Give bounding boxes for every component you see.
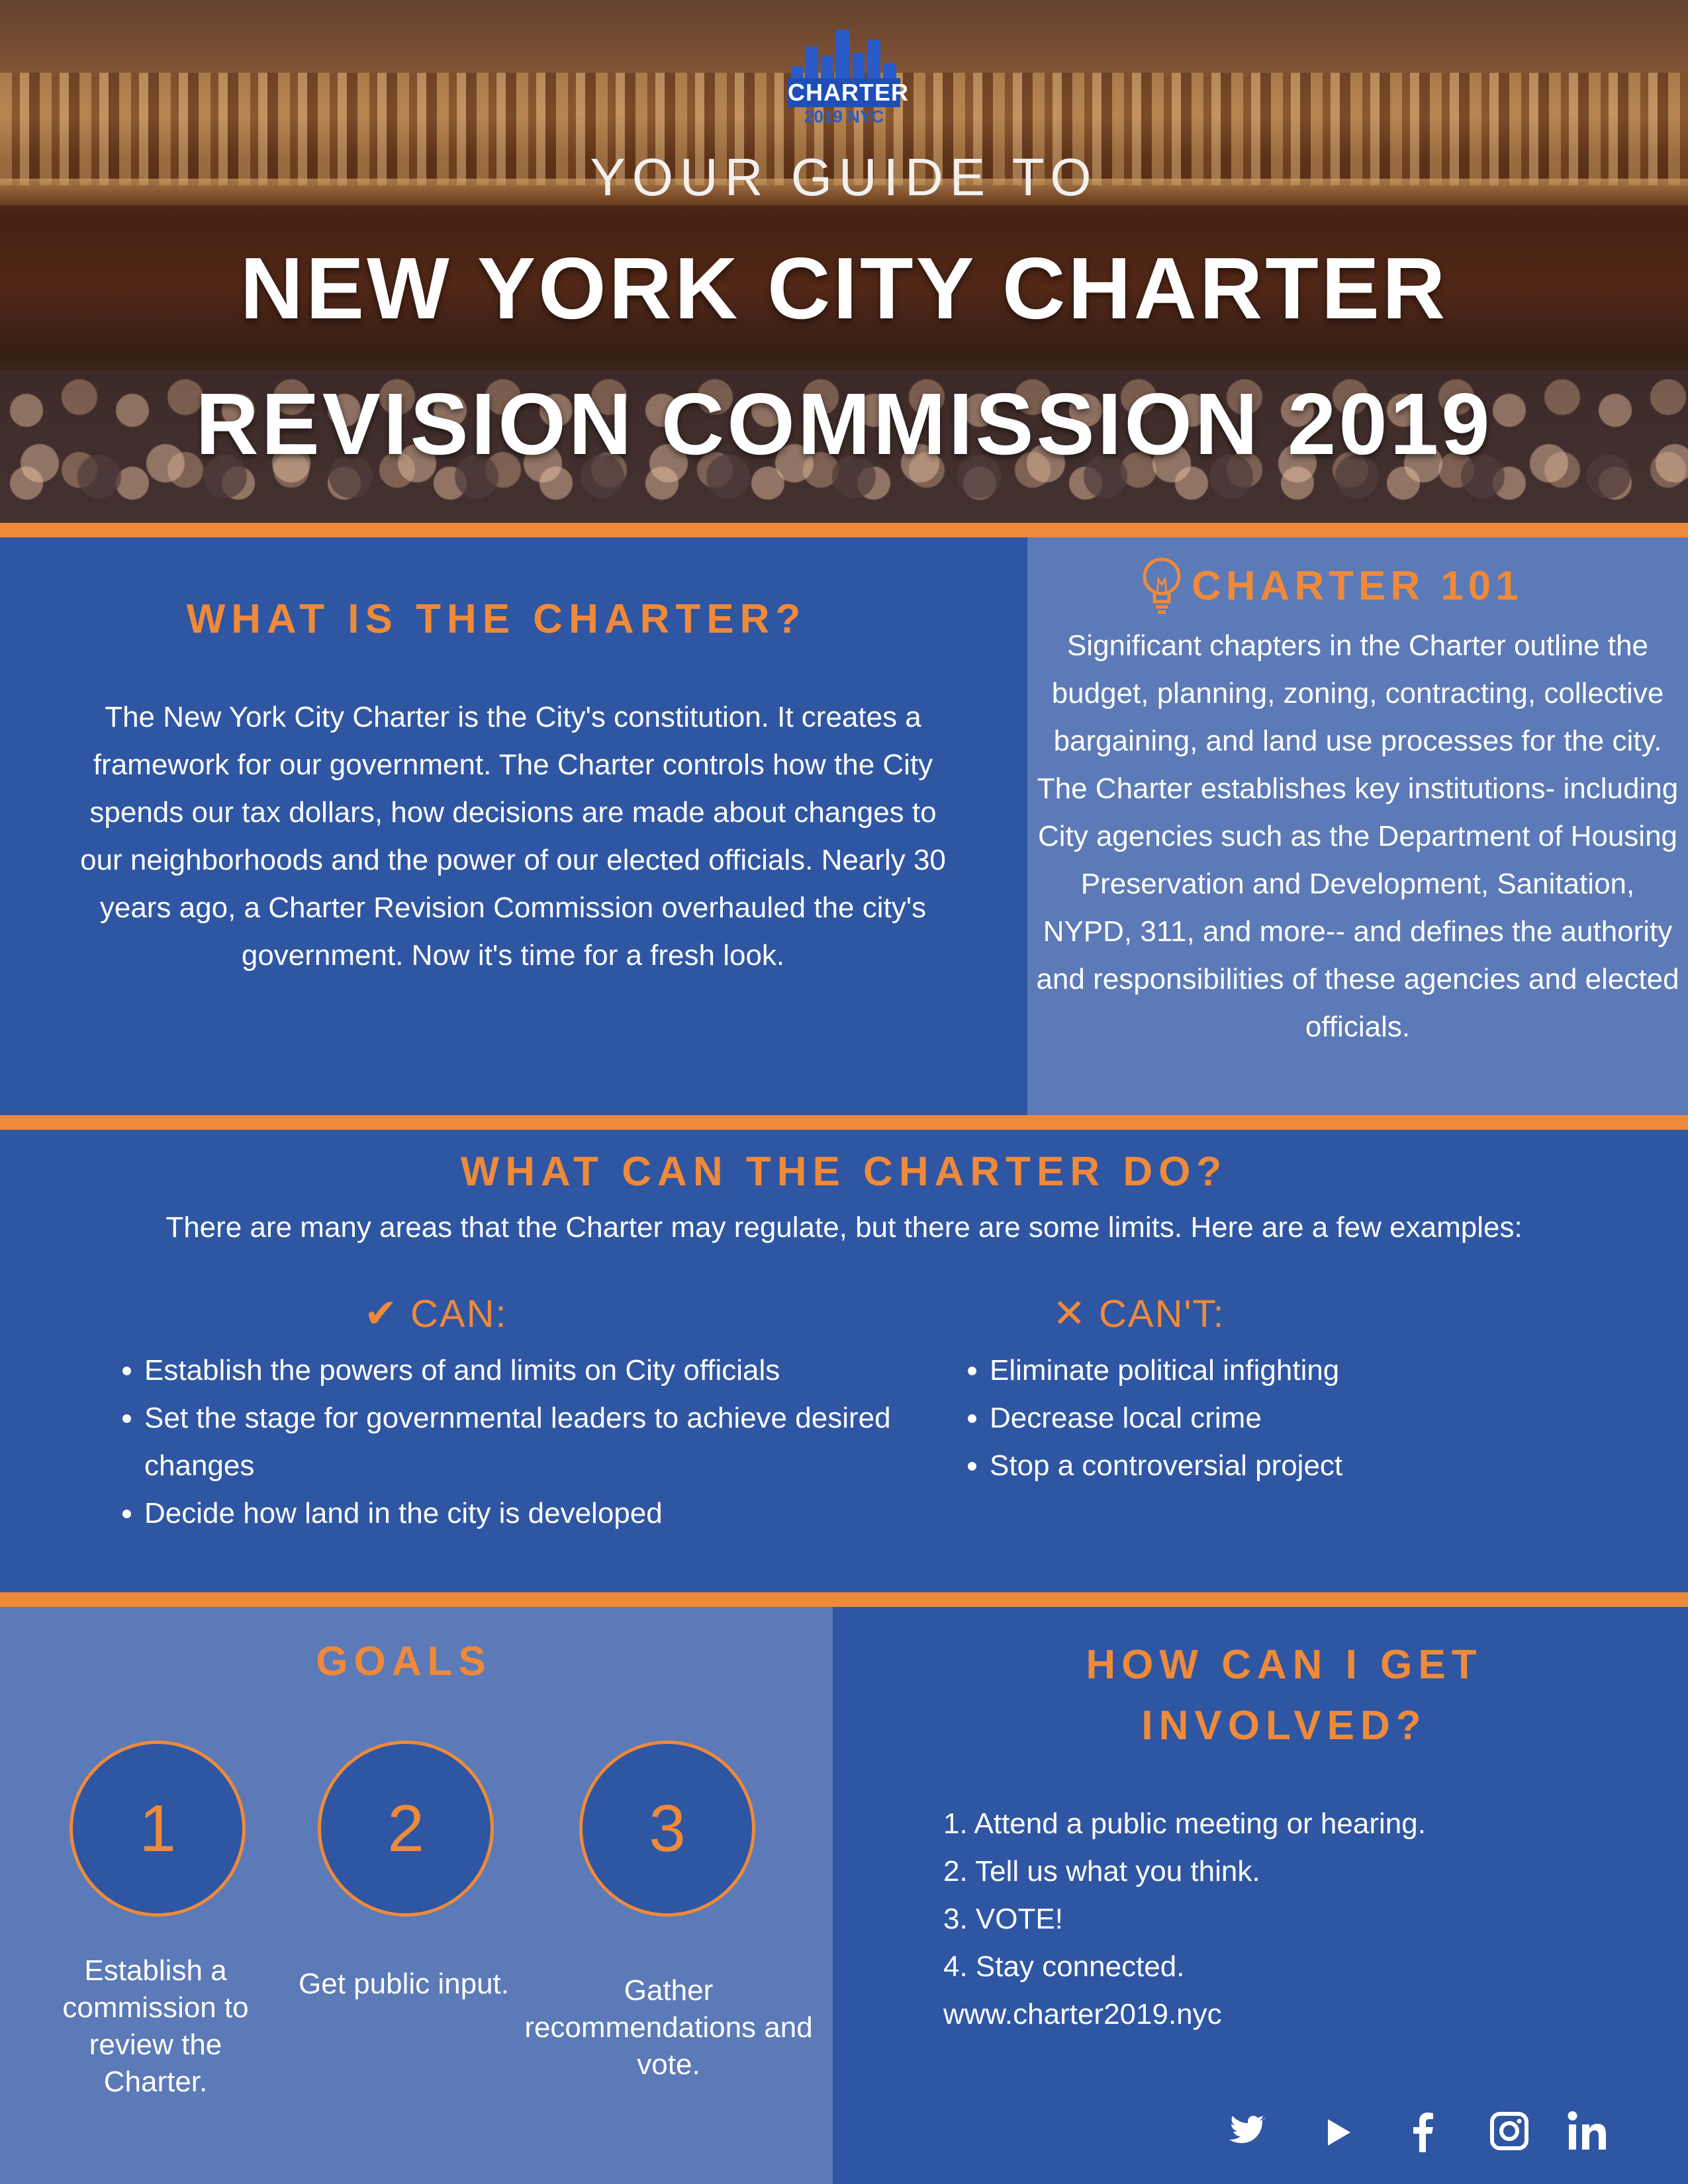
get-involved-heading-line1: HOW CAN I GET — [1086, 1642, 1483, 1688]
website-link[interactable]: www.charter2019.nyc — [943, 1991, 1638, 2038]
list-item: 4. Stay connected. — [943, 1950, 1185, 1983]
goal-text: Establish a commission to review the Cha… — [62, 1954, 249, 2098]
list-item: 2. Tell us what you think. — [943, 1855, 1260, 1888]
charter-logo: CHARTER 2019 NYC — [788, 26, 909, 126]
cant-heading: ✕ CAN'T: — [1053, 1291, 1225, 1337]
logo-subtext: 2019 NYC — [804, 107, 884, 126]
orange-divider — [0, 1115, 1688, 1130]
list-item: 3. VOTE! — [943, 1903, 1063, 1935]
guide-subtitle: YOUR GUIDE TO — [590, 148, 1098, 206]
orange-divider — [0, 523, 1688, 537]
list-item: Stop a controversial project — [990, 1442, 1585, 1490]
linkedin-icon[interactable] — [1562, 2105, 1615, 2158]
what-is-heading: WHAT IS THE CHARTER? — [186, 596, 807, 642]
goal-number-circle: 3 — [579, 1741, 755, 1917]
list-item: Decrease local crime — [990, 1394, 1585, 1442]
charter-101-heading: CHARTER 101 — [1192, 563, 1523, 609]
get-involved-heading: HOW CAN I GET INVOLVED? — [1033, 1635, 1536, 1756]
social-links — [1218, 2105, 1642, 2158]
can-list: Establish the powers of and limits on Ci… — [111, 1347, 932, 1537]
flyer-page: CHARTER 2019 NYC YOUR GUIDE TO NEW YORK … — [0, 0, 1688, 2184]
goal-number-circle: 1 — [70, 1741, 246, 1917]
facebook-icon[interactable] — [1397, 2105, 1450, 2158]
can-label: CAN: — [410, 1293, 508, 1336]
header-banner: CHARTER 2019 NYC YOUR GUIDE TO NEW YORK … — [0, 0, 1688, 523]
can-heading: ✔ CAN: — [364, 1291, 508, 1337]
get-involved-heading-line2: INVOLVED? — [1141, 1703, 1427, 1749]
lightbulb-icon — [1143, 557, 1181, 614]
what-is-body: The New York City Charter is the City's … — [80, 701, 946, 972]
youtube-icon[interactable] — [1311, 2105, 1364, 2158]
page-title-line2: REVISION COMMISSION 2019 — [195, 375, 1493, 473]
check-icon: ✔ — [364, 1291, 399, 1336]
get-involved-list: 1. Attend a public meeting or hearing. 2… — [943, 1800, 1638, 2038]
page-title-line1: NEW YORK CITY CHARTER — [240, 240, 1448, 337]
twitter-icon[interactable] — [1218, 2105, 1271, 2158]
instagram-icon[interactable] — [1483, 2105, 1536, 2158]
list-item: Eliminate political infighting — [990, 1347, 1585, 1394]
list-item: Decide how land in the city is developed — [144, 1490, 932, 1537]
x-icon: ✕ — [1053, 1291, 1088, 1336]
goal-number-circle: 2 — [318, 1741, 494, 1917]
logo-text: CHARTER — [788, 78, 909, 107]
charter-101-body: Significant chapters in the Charter outl… — [1036, 629, 1679, 1043]
goal-text: Gather recommendations and vote. — [524, 1974, 813, 2081]
what-can-intro: There are many areas that the Charter ma… — [165, 1211, 1523, 1244]
list-item: 1. Attend a public meeting or hearing. — [943, 1807, 1426, 1840]
list-item: Set the stage for governmental leaders t… — [144, 1394, 932, 1490]
goal-text: Get public input. — [299, 1968, 509, 2000]
list-item: Establish the powers of and limits on Ci… — [144, 1347, 932, 1394]
cant-list: Eliminate political infighting Decrease … — [957, 1347, 1585, 1490]
goals-heading: GOALS — [316, 1639, 492, 1684]
cant-label: CAN'T: — [1099, 1293, 1225, 1336]
what-can-heading: WHAT CAN THE CHARTER DO? — [460, 1149, 1228, 1195]
orange-divider — [0, 1592, 1688, 1607]
